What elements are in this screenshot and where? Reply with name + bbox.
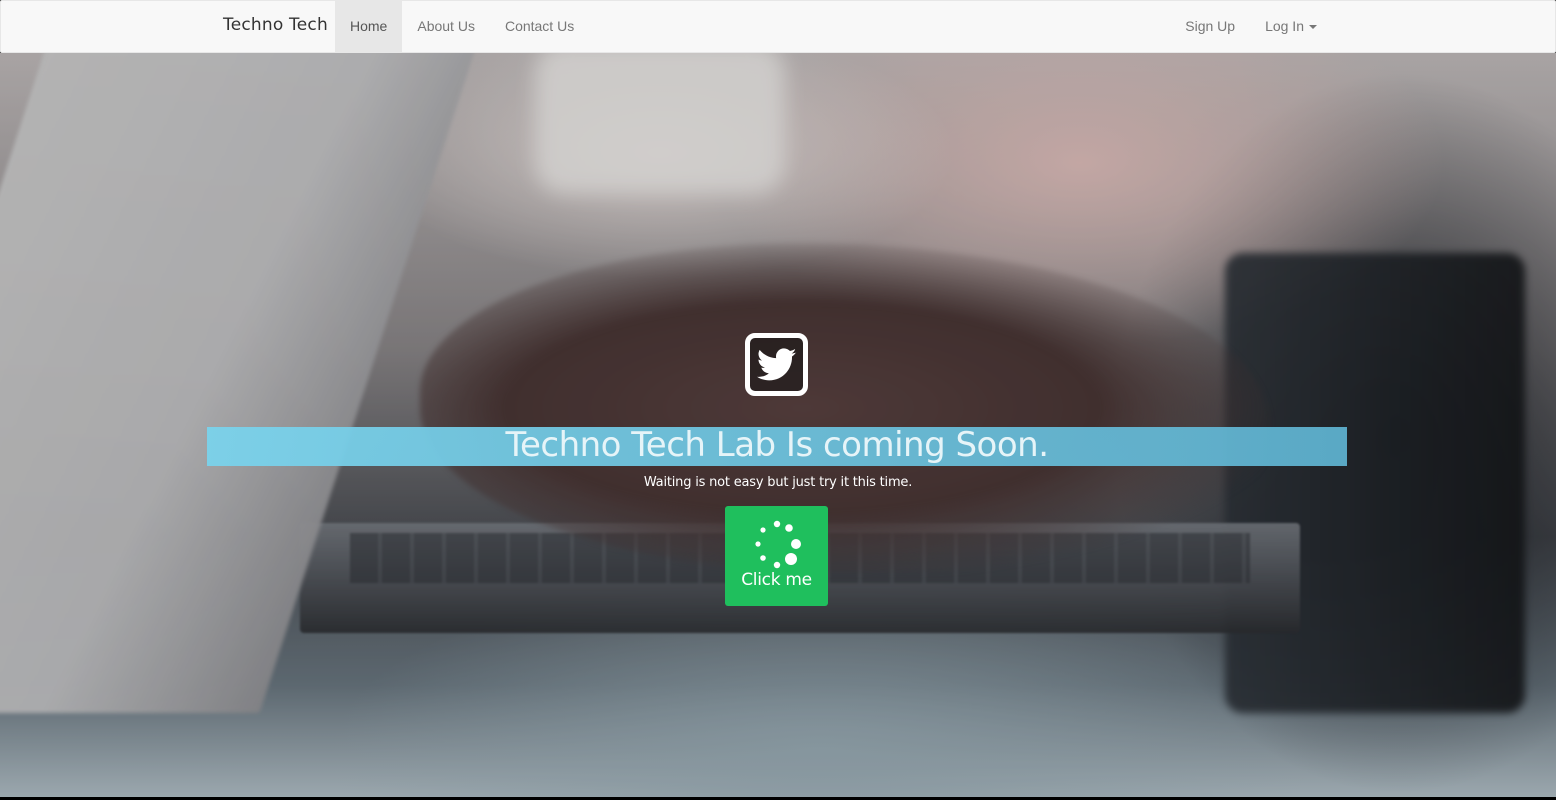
nav-left: Home About Us Contact Us [335,1,589,52]
twitter-icon [756,347,796,380]
browser-viewport: Techno Tech Home About Us Contact Us Sig… [0,0,1556,800]
nav-home[interactable]: Home [335,1,403,52]
hero-headline: Techno Tech Lab Is coming Soon. [505,425,1049,465]
nav-log-in-label: Log In [1265,18,1304,34]
nav-about-us[interactable]: About Us [402,1,490,52]
brand-logo[interactable]: Techno Tech [223,15,328,35]
twitter-button[interactable] [745,333,808,396]
spinner-icon [755,520,801,569]
nav-right: Sign Up Log In [1170,1,1332,52]
click-me-label: Click me [741,570,812,590]
caret-down-icon [1309,25,1317,30]
click-me-button[interactable]: Click me [725,506,828,606]
nav-sign-up[interactable]: Sign Up [1170,1,1250,52]
hero-subtitle: Waiting is not easy but just try it this… [643,475,913,490]
nav-contact-us[interactable]: Contact Us [490,1,589,52]
top-navbar: Techno Tech Home About Us Contact Us Sig… [0,0,1556,53]
nav-log-in-dropdown[interactable]: Log In [1250,1,1332,52]
